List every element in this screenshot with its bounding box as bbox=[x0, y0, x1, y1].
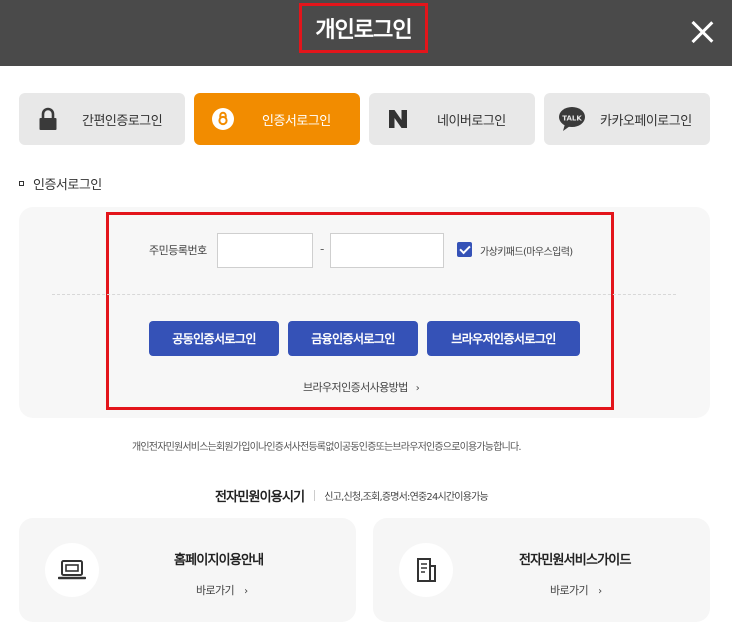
virtual-keyboard-label: 가상키패드(마우스입력) bbox=[480, 247, 573, 258]
document-guide-icon bbox=[399, 543, 453, 597]
tab-naver-login[interactable]: 네이버로그인 bbox=[369, 93, 535, 145]
card-go-link[interactable]: 바로가기 › bbox=[196, 582, 248, 598]
browser-certificate-howto-link[interactable]: 브라우저인증서사용방법 › bbox=[303, 379, 420, 395]
dashed-divider bbox=[52, 294, 676, 295]
lock-icon bbox=[37, 107, 59, 131]
homepage-guide-card[interactable]: 홈페이지이용안내 바로가기 › bbox=[19, 518, 356, 622]
resident-number-front-input[interactable] bbox=[217, 233, 313, 268]
resident-number-label: 주민등록번호 bbox=[149, 244, 207, 257]
title-highlight-box: 개인로그인 bbox=[299, 3, 428, 53]
certificate-icon bbox=[212, 108, 234, 130]
card-title: 전자민원서비스가이드 bbox=[519, 553, 631, 568]
tab-label: 카카오페이로그인 bbox=[600, 113, 692, 129]
card-link-text: 바로가기 bbox=[550, 584, 589, 597]
service-notice: 개인전자민원서비스는회원가입이나인증서사전등록없이공동인증또는브라우저인증으로이… bbox=[132, 442, 522, 453]
naver-icon bbox=[387, 109, 409, 129]
joint-certificate-login-button[interactable]: 공동인증서로그인 bbox=[149, 321, 279, 356]
page-title: 개인로그인 bbox=[315, 18, 412, 43]
chevron-right-icon: › bbox=[244, 586, 248, 597]
laptop-icon bbox=[45, 543, 99, 597]
resident-number-back-input[interactable] bbox=[330, 233, 444, 268]
eservice-desc: 신고,신청,조회,증명서:연중24시간이용가능 bbox=[324, 492, 488, 503]
howto-link-text: 브라우저인증서사용방법 bbox=[303, 381, 408, 394]
virtual-keyboard-checkbox[interactable] bbox=[457, 242, 472, 257]
chevron-right-icon: › bbox=[598, 586, 602, 597]
tab-label: 간편인증로그인 bbox=[82, 113, 163, 129]
tab-certificate-login[interactable]: 인증서로그인 bbox=[194, 93, 360, 145]
header: 개인로그인 bbox=[0, 0, 732, 66]
tab-label: 인증서로그인 bbox=[262, 113, 331, 129]
tab-kakaopay-login[interactable]: TALK 카카오페이로그인 bbox=[544, 93, 710, 145]
svg-text:TALK: TALK bbox=[562, 115, 582, 123]
eservice-hours: 전자민원이용시기 신고,신청,조회,증명서:연중24시간이용가능 bbox=[215, 486, 489, 505]
tab-simple-auth-login[interactable]: 간편인증로그인 bbox=[19, 93, 185, 145]
separator bbox=[314, 490, 316, 501]
resident-number-dash: - bbox=[320, 242, 325, 256]
eservice-title: 전자민원이용시기 bbox=[215, 490, 305, 505]
section-title: 인증서로그인 bbox=[19, 174, 102, 193]
card-go-link[interactable]: 바로가기 › bbox=[550, 582, 602, 598]
kakao-talk-icon: TALK bbox=[558, 106, 586, 132]
card-title: 홈페이지이용안내 bbox=[174, 553, 264, 568]
tab-label: 네이버로그인 bbox=[437, 113, 506, 129]
login-method-tabs: 간편인증로그인 인증서로그인 네이버로그인 TALK 카카오페이로그인 bbox=[19, 93, 710, 145]
section-title-text: 인증서로그인 bbox=[33, 178, 102, 193]
card-link-text: 바로가기 bbox=[196, 584, 235, 597]
chevron-right-icon: › bbox=[415, 383, 420, 394]
financial-certificate-login-button[interactable]: 금융인증서로그인 bbox=[288, 321, 418, 356]
close-icon[interactable] bbox=[686, 16, 718, 48]
eservice-guide-card[interactable]: 전자민원서비스가이드 바로가기 › bbox=[373, 518, 710, 622]
square-bullet-icon bbox=[19, 181, 24, 186]
browser-certificate-login-button[interactable]: 브라우저인증서로그인 bbox=[427, 321, 580, 356]
